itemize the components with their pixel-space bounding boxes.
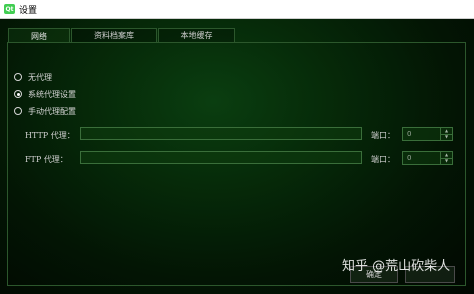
ftp-proxy-label: FTP 代理： [25, 155, 68, 164]
spin-arrows[interactable]: ▲ ▼ [440, 152, 452, 164]
ftp-port-value[interactable]: 0 [407, 154, 440, 162]
http-port-value[interactable]: 0 [407, 130, 440, 138]
qt-app-icon: Qt [4, 4, 15, 14]
radio-button-checked[interactable] [14, 90, 22, 98]
radio-no-proxy[interactable]: 无代理 [14, 71, 52, 83]
tab-network[interactable]: 网络 [8, 28, 70, 43]
watermark-text: 知乎 @荒山砍柴人 [342, 259, 451, 274]
dialog-body: 网络 资料档案库 本地缓存 无代理 系统代理设置 手动代理配置 HTTP 代理：… [0, 19, 474, 294]
tab-repository[interactable]: 资料档案库 [71, 28, 157, 42]
ftp-proxy-input[interactable] [80, 151, 362, 164]
network-settings-panel: 无代理 系统代理设置 手动代理配置 HTTP 代理： 端口： 0 ▲ ▼ FTP… [7, 42, 466, 286]
tab-local-cache[interactable]: 本地缓存 [158, 28, 235, 42]
http-port-label: 端口： [371, 131, 395, 140]
radio-label: 手动代理配置 [28, 106, 76, 116]
radio-label: 系统代理设置 [28, 89, 76, 99]
http-proxy-input[interactable] [80, 127, 362, 140]
http-port-spinbox[interactable]: 0 ▲ ▼ [402, 127, 453, 141]
title-bar: Qt 设置 [0, 0, 474, 19]
spin-arrows[interactable]: ▲ ▼ [440, 128, 452, 140]
ftp-port-spinbox[interactable]: 0 ▲ ▼ [402, 151, 453, 165]
radio-label: 无代理 [28, 72, 52, 82]
window-title: 设置 [19, 5, 38, 16]
radio-button[interactable] [14, 73, 22, 81]
radio-button[interactable] [14, 107, 22, 115]
http-proxy-label: HTTP 代理： [25, 131, 75, 140]
ftp-port-label: 端口： [371, 155, 395, 164]
tab-bar: 网络 资料档案库 本地缓存 [8, 28, 236, 43]
radio-manual-proxy[interactable]: 手动代理配置 [14, 105, 76, 117]
spin-down-arrow-icon[interactable]: ▼ [441, 159, 452, 165]
radio-system-proxy[interactable]: 系统代理设置 [14, 88, 76, 100]
spin-down-arrow-icon[interactable]: ▼ [441, 135, 452, 141]
